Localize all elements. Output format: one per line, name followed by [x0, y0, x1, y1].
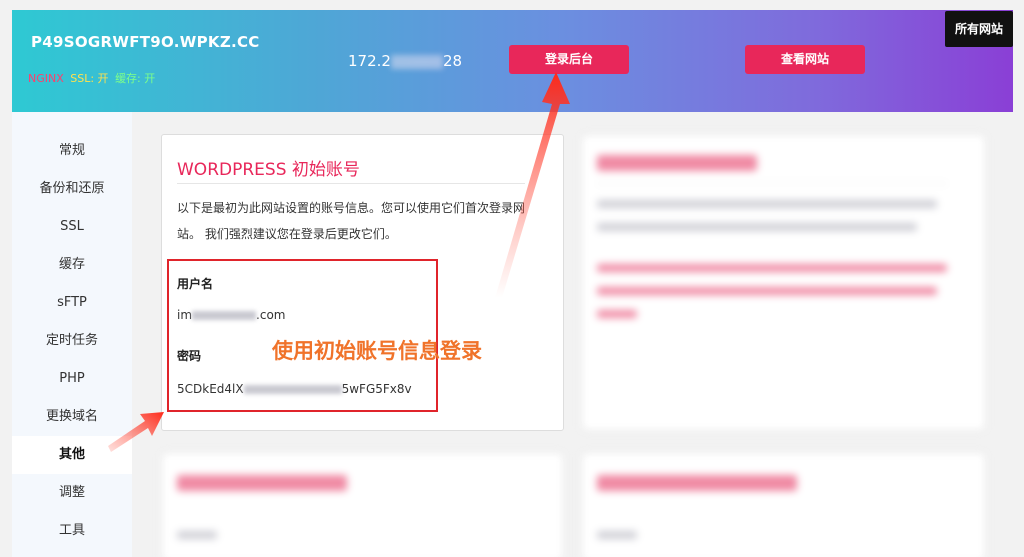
sidebar-item-backup[interactable]: 备份和还原 [12, 170, 132, 208]
danger-zone-card-blurred [581, 134, 986, 431]
site-domain: P49SOGRWFT9O.WPKZ.CC [31, 33, 260, 51]
view-site-button[interactable]: 查看网站 [745, 45, 865, 74]
sidebar-item-php[interactable]: PHP [12, 360, 132, 398]
divider [177, 183, 525, 184]
ip-suffix: 28 [442, 52, 463, 70]
sidebar-item-cache[interactable]: 缓存 [12, 246, 132, 284]
card-title: WORDPRESS 初始账号 [177, 160, 360, 180]
login-admin-button[interactable]: 登录后台 [509, 45, 629, 74]
sidebar-item-other[interactable]: 其他 [12, 436, 132, 474]
site-header: P49SOGRWFT9O.WPKZ.CC NGINX SSL: 开 缓存: 开 … [12, 10, 1013, 112]
server-ip: 172.2 28 [348, 52, 462, 70]
sidebar-item-sftp[interactable]: sFTP [12, 284, 132, 322]
lower-left-card-blurred [161, 452, 564, 557]
lower-right-card-blurred [581, 452, 986, 557]
nginx-tag: NGINX [28, 72, 64, 85]
sidebar-item-tweaks[interactable]: 调整 [12, 474, 132, 512]
ssl-status-tag: SSL: 开 [70, 72, 109, 85]
annotation-text: 使用初始账号信息登录 [272, 339, 482, 363]
sidebar: 常规 备份和还原 SSL 缓存 sFTP 定时任务 PHP 更换域名 其他 调整… [12, 112, 132, 557]
sidebar-item-ssl[interactable]: SSL [12, 208, 132, 246]
sidebar-item-cron[interactable]: 定时任务 [12, 322, 132, 360]
cache-status-tag: 缓存: 开 [115, 72, 156, 85]
sidebar-item-domain[interactable]: 更换域名 [12, 398, 132, 436]
card-description: 以下是最初为此网站设置的账号信息。您可以使用它们首次登录网站。 我们强烈建议您在… [177, 201, 526, 241]
sidebar-item-tools[interactable]: 工具 [12, 512, 132, 550]
server-tags: NGINX SSL: 开 缓存: 开 [28, 70, 155, 86]
ip-redacted [390, 54, 443, 69]
sidebar-item-general[interactable]: 常规 [12, 132, 132, 170]
ip-prefix: 172.2 [348, 52, 391, 70]
all-sites-button[interactable]: 所有网站 [945, 11, 1013, 47]
